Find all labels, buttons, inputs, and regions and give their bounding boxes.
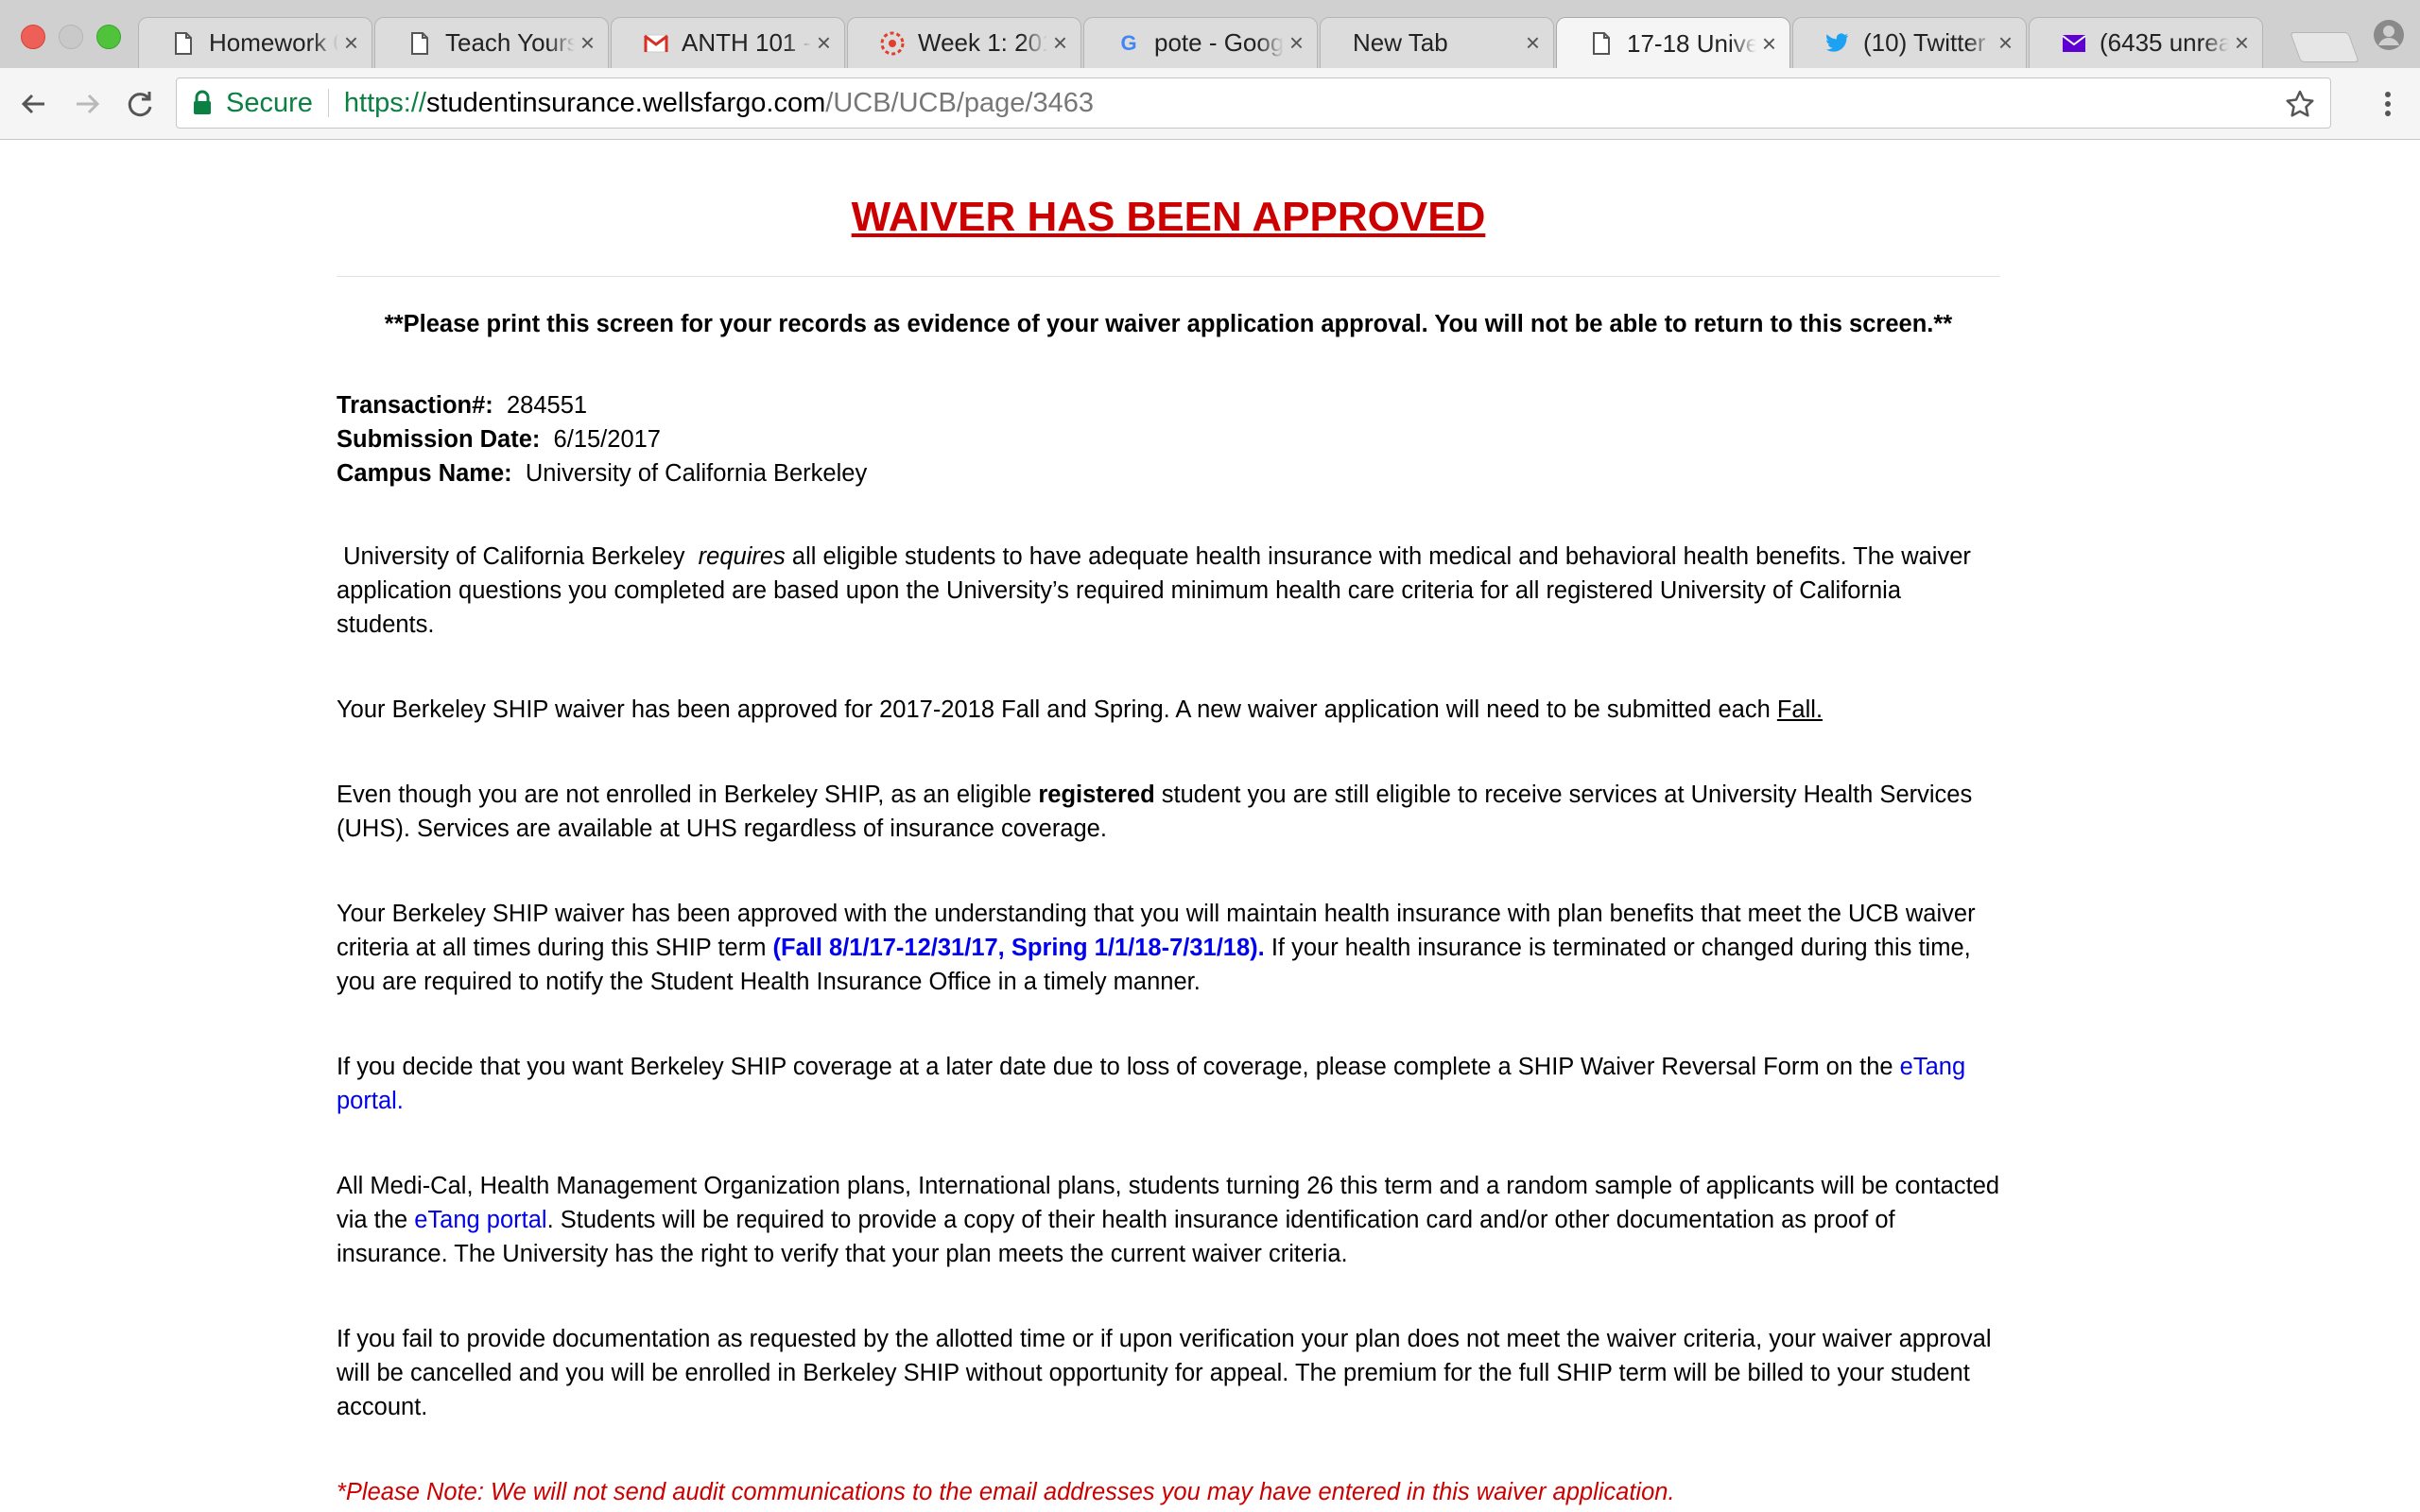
- approval-paragraph: Your Berkeley SHIP waiver has been appro…: [337, 693, 2000, 727]
- back-arrow-icon[interactable]: [17, 87, 51, 121]
- url-separator: [327, 89, 329, 117]
- address-bar[interactable]: Secure https://studentinsurance.wellsfar…: [176, 77, 2331, 129]
- twitter-icon: [1825, 31, 1850, 56]
- google-icon: G: [1120, 31, 1137, 55]
- campus-name-label: Campus Name:: [337, 460, 512, 487]
- print-notice: **Please print this screen for your reco…: [384, 311, 1953, 337]
- reversal-text: If you decide that you want Berkeley SHI…: [337, 1054, 1893, 1080]
- tab-twitter[interactable]: (10) Twitter ×: [1792, 17, 2027, 68]
- transaction-value: 284551: [506, 392, 588, 419]
- etang-portal-link[interactable]: eTang portal: [414, 1207, 546, 1233]
- transaction-label: Transaction#:: [337, 392, 493, 419]
- close-icon[interactable]: ×: [1998, 28, 2013, 58]
- tab-anth-101[interactable]: ANTH 101 - ×: [611, 17, 845, 68]
- browser-toolbar: Secure https://studentinsurance.wellsfar…: [0, 68, 2420, 140]
- email-note: *Please Note: We will not send audit com…: [337, 1479, 1675, 1505]
- tab-google-search[interactable]: G pote - Google ×: [1083, 17, 1318, 68]
- new-tab-button[interactable]: [2290, 32, 2360, 62]
- reload-icon[interactable]: [123, 87, 157, 121]
- reversal-paragraph: If you decide that you want Berkeley SHI…: [337, 1050, 2000, 1118]
- canvas-icon: [880, 31, 905, 56]
- page-content: WAIVER HAS BEEN APPROVED **Please print …: [337, 140, 2000, 1509]
- ship-term-dates: (Fall 8/1/17-12/31/17, Spring 1/1/18-7/3…: [772, 935, 1265, 961]
- tab-title: New Tab: [1353, 28, 1448, 57]
- eligibility-text-start: Even though you are not enrolled in Berk…: [337, 782, 1032, 808]
- secure-label: Secure: [226, 87, 313, 118]
- close-icon[interactable]: ×: [2235, 28, 2249, 58]
- requirement-paragraph: University of California Berkeley requir…: [337, 540, 2000, 642]
- approval-text: Your Berkeley SHIP waiver has been appro…: [337, 696, 1771, 723]
- close-icon[interactable]: ×: [580, 28, 595, 58]
- coverage-paragraph: Your Berkeley SHIP waiver has been appro…: [337, 897, 2000, 999]
- audit-text-end: . Students will be required to provide a…: [337, 1207, 1895, 1267]
- tab-title: pote - Google: [1154, 28, 1284, 57]
- submission-date-label: Submission Date:: [337, 426, 541, 453]
- fall-term: Fall.: [1776, 696, 1824, 723]
- close-icon[interactable]: ×: [1053, 28, 1067, 58]
- close-window-button[interactable]: [21, 25, 45, 49]
- transaction-details: Transaction#: 284551 Submission Date: 6/…: [337, 388, 2000, 490]
- mail-icon: [2062, 31, 2086, 56]
- divider: [337, 276, 2000, 277]
- tab-mail-unread[interactable]: (6435 unread ×: [2029, 17, 2263, 68]
- close-icon[interactable]: ×: [344, 28, 358, 58]
- close-icon[interactable]: ×: [1526, 28, 1540, 58]
- close-icon[interactable]: ×: [1762, 29, 1776, 59]
- audit-paragraph: All Medi-Cal, Health Management Organiza…: [337, 1169, 2000, 1271]
- url-path: /UCB/UCB/page/3463: [825, 87, 1094, 118]
- requires-emphasis: requires: [698, 543, 786, 570]
- profile-icon[interactable]: [2373, 19, 2405, 51]
- forward-arrow-icon[interactable]: [70, 87, 104, 121]
- campus-row: Campus Name: University of California Be…: [337, 456, 2000, 490]
- bookmark-star-icon[interactable]: [2285, 89, 2315, 119]
- tab-week-1[interactable]: Week 1: 2017 ×: [847, 17, 1081, 68]
- tab-title: ANTH 101 -: [682, 28, 811, 57]
- registered-emphasis: registered: [1038, 782, 1155, 808]
- tab-strip: Homework 0 × Teach Yourself × ANTH 101 -…: [0, 0, 2420, 68]
- close-icon[interactable]: ×: [1289, 28, 1304, 58]
- url-scheme: https://: [343, 87, 426, 118]
- minimize-window-button[interactable]: [59, 25, 83, 49]
- document-icon: [171, 31, 196, 56]
- zoom-window-button[interactable]: [96, 25, 121, 49]
- tab-title: (10) Twitter: [1863, 28, 1986, 57]
- tab-new-tab[interactable]: New Tab ×: [1320, 17, 1554, 68]
- submission-row: Submission Date: 6/15/2017: [337, 422, 2000, 456]
- gmail-icon: [644, 31, 668, 56]
- tab-title: 17-18 University: [1627, 29, 1756, 58]
- tab-university-active[interactable]: 17-18 University ×: [1556, 17, 1790, 68]
- documentation-paragraph: If you fail to provide documentation as …: [337, 1326, 1992, 1420]
- transaction-row: Transaction#: 284551: [337, 388, 2000, 422]
- lock-icon: [192, 90, 213, 116]
- tab-title: Homework 0: [209, 28, 338, 57]
- document-icon: [1589, 31, 1614, 56]
- eligibility-paragraph: Even though you are not enrolled in Berk…: [337, 778, 2000, 846]
- campus-name-value: University of California Berkeley: [525, 460, 868, 487]
- submission-date-value: 6/15/2017: [553, 426, 661, 453]
- tab-homework[interactable]: Homework 0 ×: [138, 17, 372, 68]
- menu-dots-icon[interactable]: [2371, 87, 2405, 121]
- tab-title: Teach Yourself: [445, 28, 575, 57]
- url-host: studentinsurance.wellsfargo.com: [425, 87, 826, 118]
- close-icon[interactable]: ×: [817, 28, 831, 58]
- tab-title: (6435 unread: [2100, 28, 2229, 57]
- page-title: WAIVER HAS BEEN APPROVED: [851, 194, 1486, 240]
- tab-title: Week 1: 2017: [918, 28, 1047, 57]
- tab-teach-yourself[interactable]: Teach Yourself ×: [374, 17, 609, 68]
- document-icon: [407, 31, 432, 56]
- campus-name: University of California Berkeley: [343, 543, 685, 570]
